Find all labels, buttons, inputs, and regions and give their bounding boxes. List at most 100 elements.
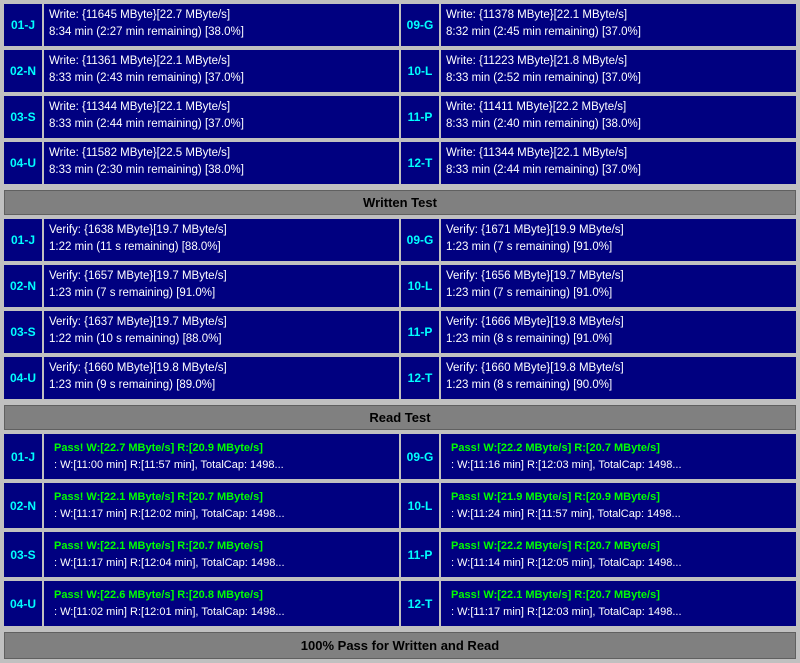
verify-left-line2-3: 1:23 min (9 s remaining) [89.0%] bbox=[49, 377, 394, 394]
read-right: 09-G Pass! W:[22.2 MByte/s] R:[20.7 MByt… bbox=[401, 434, 796, 628]
write-right-line1-3: Write: {11344 MByte}[22.1 MByte/s] bbox=[446, 145, 791, 162]
read-left-line1-2: Pass! W:[22.1 MByte/s] R:[20.7 MByte/s] bbox=[54, 538, 389, 555]
verify-right-data-2: Verify: {1666 MByte}[19.8 MByte/s] 1:23 … bbox=[441, 311, 796, 353]
read-left-data-0: Pass! W:[22.7 MByte/s] R:[20.9 MByte/s] … bbox=[44, 434, 399, 479]
read-right-label-0: 09-G bbox=[401, 434, 439, 479]
verify-left-row-0: 01-J Verify: {1638 MByte}[19.7 MByte/s] … bbox=[4, 219, 399, 261]
write-right-line2-0: 8:32 min (2:45 min remaining) [37.0%] bbox=[446, 24, 791, 41]
verify-right-row-2: 11-P Verify: {1666 MByte}[19.8 MByte/s] … bbox=[401, 311, 796, 353]
write-right-line2-2: 8:33 min (2:40 min remaining) [38.0%] bbox=[446, 116, 791, 133]
read-left-line2-1: : W:[11:17 min] R:[12:02 min], TotalCap:… bbox=[54, 506, 389, 523]
write-left-line1-3: Write: {11582 MByte}[22.5 MByte/s] bbox=[49, 145, 394, 162]
write-left: 01-J Write: {11645 MByte}[22.7 MByte/s] … bbox=[4, 4, 399, 186]
write-left-line2-2: 8:33 min (2:44 min remaining) [37.0%] bbox=[49, 116, 394, 133]
verify-left-data-0: Verify: {1638 MByte}[19.7 MByte/s] 1:22 … bbox=[44, 219, 399, 261]
read-left-label-3: 04-U bbox=[4, 581, 42, 626]
write-right-line2-3: 8:33 min (2:44 min remaining) [37.0%] bbox=[446, 162, 791, 179]
read-left: 01-J Pass! W:[22.7 MByte/s] R:[20.9 MByt… bbox=[4, 434, 399, 628]
write-left-line1-1: Write: {11361 MByte}[22.1 MByte/s] bbox=[49, 53, 394, 70]
write-left-row-2: 03-S Write: {11344 MByte}[22.1 MByte/s] … bbox=[4, 96, 399, 138]
read-left-label-2: 03-S bbox=[4, 532, 42, 577]
verify-left-label-3: 04-U bbox=[4, 357, 42, 399]
verify-right: 09-G Verify: {1671 MByte}[19.9 MByte/s] … bbox=[401, 219, 796, 401]
read-left-pass-2: Pass! W:[22.1 MByte/s] R:[20.7 MByte/s] … bbox=[49, 535, 394, 574]
read-right-data-2: Pass! W:[22.2 MByte/s] R:[20.7 MByte/s] … bbox=[441, 532, 796, 577]
read-right-row-1: 10-L Pass! W:[21.9 MByte/s] R:[20.9 MByt… bbox=[401, 483, 796, 528]
read-test-header: Read Test bbox=[4, 405, 796, 430]
write-section: 01-J Write: {11645 MByte}[22.7 MByte/s] … bbox=[4, 4, 796, 186]
read-left-row-3: 04-U Pass! W:[22.6 MByte/s] R:[20.8 MByt… bbox=[4, 581, 399, 626]
read-left-row-1: 02-N Pass! W:[22.1 MByte/s] R:[20.7 MByt… bbox=[4, 483, 399, 528]
read-right-pass-2: Pass! W:[22.2 MByte/s] R:[20.7 MByte/s] … bbox=[446, 535, 791, 574]
read-right-label-2: 11-P bbox=[401, 532, 439, 577]
read-right-line1-2: Pass! W:[22.2 MByte/s] R:[20.7 MByte/s] bbox=[451, 538, 786, 555]
verify-section: 01-J Verify: {1638 MByte}[19.7 MByte/s] … bbox=[4, 219, 796, 401]
write-left-label-2: 03-S bbox=[4, 96, 42, 138]
write-right-label-2: 11-P bbox=[401, 96, 439, 138]
verify-right-line1-3: Verify: {1660 MByte}[19.8 MByte/s] bbox=[446, 360, 791, 377]
read-right-line1-1: Pass! W:[21.9 MByte/s] R:[20.9 MByte/s] bbox=[451, 489, 786, 506]
read-section: 01-J Pass! W:[22.7 MByte/s] R:[20.9 MByt… bbox=[4, 434, 796, 628]
read-right-pass-0: Pass! W:[22.2 MByte/s] R:[20.7 MByte/s] … bbox=[446, 437, 791, 476]
read-right-pass-1: Pass! W:[21.9 MByte/s] R:[20.9 MByte/s] … bbox=[446, 486, 791, 525]
verify-right-data-3: Verify: {1660 MByte}[19.8 MByte/s] 1:23 … bbox=[441, 357, 796, 399]
read-left-data-3: Pass! W:[22.6 MByte/s] R:[20.8 MByte/s] … bbox=[44, 581, 399, 626]
write-right-data-0: Write: {11378 MByte}[22.1 MByte/s] 8:32 … bbox=[441, 4, 796, 46]
verify-right-line1-0: Verify: {1671 MByte}[19.9 MByte/s] bbox=[446, 222, 791, 239]
verify-left-data-1: Verify: {1657 MByte}[19.7 MByte/s] 1:23 … bbox=[44, 265, 399, 307]
write-left-label-1: 02-N bbox=[4, 50, 42, 92]
verify-left-row-2: 03-S Verify: {1637 MByte}[19.7 MByte/s] … bbox=[4, 311, 399, 353]
write-right-row-3: 12-T Write: {11344 MByte}[22.1 MByte/s] … bbox=[401, 142, 796, 184]
write-left-data-0: Write: {11645 MByte}[22.7 MByte/s] 8:34 … bbox=[44, 4, 399, 46]
write-left-line2-0: 8:34 min (2:27 min remaining) [38.0%] bbox=[49, 24, 394, 41]
write-left-row-3: 04-U Write: {11582 MByte}[22.5 MByte/s] … bbox=[4, 142, 399, 184]
verify-right-line2-1: 1:23 min (7 s remaining) [91.0%] bbox=[446, 285, 791, 302]
write-right-label-0: 09-G bbox=[401, 4, 439, 46]
read-right-label-3: 12-T bbox=[401, 581, 439, 626]
read-left-data-2: Pass! W:[22.1 MByte/s] R:[20.7 MByte/s] … bbox=[44, 532, 399, 577]
verify-left-label-0: 01-J bbox=[4, 219, 42, 261]
read-left-pass-1: Pass! W:[22.1 MByte/s] R:[20.7 MByte/s] … bbox=[49, 486, 394, 525]
write-right-line1-1: Write: {11223 MByte}[21.8 MByte/s] bbox=[446, 53, 791, 70]
read-right-line1-3: Pass! W:[22.1 MByte/s] R:[20.7 MByte/s] bbox=[451, 587, 786, 604]
write-left-label-0: 01-J bbox=[4, 4, 42, 46]
read-right-line2-0: : W:[11:16 min] R:[12:03 min], TotalCap:… bbox=[451, 457, 786, 474]
verify-right-data-0: Verify: {1671 MByte}[19.9 MByte/s] 1:23 … bbox=[441, 219, 796, 261]
read-right-row-2: 11-P Pass! W:[22.2 MByte/s] R:[20.7 MByt… bbox=[401, 532, 796, 577]
write-left-row-0: 01-J Write: {11645 MByte}[22.7 MByte/s] … bbox=[4, 4, 399, 46]
write-left-data-3: Write: {11582 MByte}[22.5 MByte/s] 8:33 … bbox=[44, 142, 399, 184]
write-left-line1-0: Write: {11645 MByte}[22.7 MByte/s] bbox=[49, 7, 394, 24]
write-right-row-0: 09-G Write: {11378 MByte}[22.1 MByte/s] … bbox=[401, 4, 796, 46]
read-right-line2-2: : W:[11:14 min] R:[12:05 min], TotalCap:… bbox=[451, 555, 786, 572]
read-right-data-1: Pass! W:[21.9 MByte/s] R:[20.9 MByte/s] … bbox=[441, 483, 796, 528]
verify-left-label-1: 02-N bbox=[4, 265, 42, 307]
verify-left-data-2: Verify: {1637 MByte}[19.7 MByte/s] 1:22 … bbox=[44, 311, 399, 353]
read-right-data-3: Pass! W:[22.1 MByte/s] R:[20.7 MByte/s] … bbox=[441, 581, 796, 626]
write-left-data-1: Write: {11361 MByte}[22.1 MByte/s] 8:33 … bbox=[44, 50, 399, 92]
read-left-pass-3: Pass! W:[22.6 MByte/s] R:[20.8 MByte/s] … bbox=[49, 584, 394, 623]
write-left-data-2: Write: {11344 MByte}[22.1 MByte/s] 8:33 … bbox=[44, 96, 399, 138]
verify-right-line2-2: 1:23 min (8 s remaining) [91.0%] bbox=[446, 331, 791, 348]
write-grid: 01-J Write: {11645 MByte}[22.7 MByte/s] … bbox=[4, 4, 796, 186]
written-test-header: Written Test bbox=[4, 190, 796, 215]
read-right-label-1: 10-L bbox=[401, 483, 439, 528]
verify-right-row-3: 12-T Verify: {1660 MByte}[19.8 MByte/s] … bbox=[401, 357, 796, 399]
write-right-line1-0: Write: {11378 MByte}[22.1 MByte/s] bbox=[446, 7, 791, 24]
verify-left-label-2: 03-S bbox=[4, 311, 42, 353]
read-left-label-1: 02-N bbox=[4, 483, 42, 528]
read-right-row-3: 12-T Pass! W:[22.1 MByte/s] R:[20.7 MByt… bbox=[401, 581, 796, 626]
write-right: 09-G Write: {11378 MByte}[22.1 MByte/s] … bbox=[401, 4, 796, 186]
write-right-data-3: Write: {11344 MByte}[22.1 MByte/s] 8:33 … bbox=[441, 142, 796, 184]
verify-left-line2-1: 1:23 min (7 s remaining) [91.0%] bbox=[49, 285, 394, 302]
write-left-row-1: 02-N Write: {11361 MByte}[22.1 MByte/s] … bbox=[4, 50, 399, 92]
verify-left-line1-2: Verify: {1637 MByte}[19.7 MByte/s] bbox=[49, 314, 394, 331]
read-right-line2-3: : W:[11:17 min] R:[12:03 min], TotalCap:… bbox=[451, 604, 786, 621]
write-right-label-3: 12-T bbox=[401, 142, 439, 184]
verify-right-line1-1: Verify: {1656 MByte}[19.7 MByte/s] bbox=[446, 268, 791, 285]
verify-right-data-1: Verify: {1656 MByte}[19.7 MByte/s] 1:23 … bbox=[441, 265, 796, 307]
read-left-data-1: Pass! W:[22.1 MByte/s] R:[20.7 MByte/s] … bbox=[44, 483, 399, 528]
read-left-row-0: 01-J Pass! W:[22.7 MByte/s] R:[20.9 MByt… bbox=[4, 434, 399, 479]
read-left-line1-0: Pass! W:[22.7 MByte/s] R:[20.9 MByte/s] bbox=[54, 440, 389, 457]
verify-right-label-2: 11-P bbox=[401, 311, 439, 353]
read-right-line1-0: Pass! W:[22.2 MByte/s] R:[20.7 MByte/s] bbox=[451, 440, 786, 457]
